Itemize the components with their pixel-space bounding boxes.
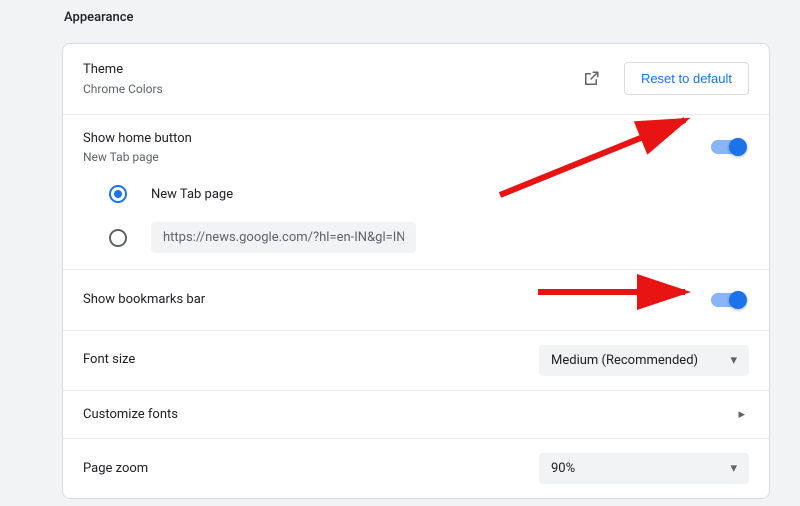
font-size-title: Font size — [83, 350, 539, 370]
custom-url-input[interactable] — [151, 222, 416, 253]
show-home-toggle[interactable] — [711, 140, 745, 154]
bookmarks-bar-title: Show bookmarks bar — [83, 290, 711, 310]
home-option-newtab[interactable]: New Tab page — [109, 174, 749, 214]
font-size-dropdown[interactable]: Medium (Recommended) ▾ — [539, 345, 749, 376]
dropdown-arrow-icon: ▾ — [730, 353, 737, 368]
show-home-button-row: Show home button New Tab page — [63, 115, 769, 173]
theme-subtitle: Chrome Colors — [83, 80, 582, 98]
page-zoom-value: 90% — [551, 461, 575, 476]
show-home-subtitle: New Tab page — [83, 148, 711, 166]
page-zoom-title: Page zoom — [83, 459, 539, 479]
radio-newtab-label: New Tab page — [151, 187, 233, 202]
page-zoom-row: Page zoom 90% ▾ — [63, 439, 769, 498]
open-external-icon[interactable] — [582, 70, 600, 88]
font-size-value: Medium (Recommended) — [551, 353, 698, 368]
reset-to-default-button[interactable]: Reset to default — [624, 62, 749, 95]
theme-row[interactable]: Theme Chrome Colors Reset to default — [63, 44, 769, 115]
customize-fonts-row[interactable]: Customize fonts ▸ — [63, 391, 769, 440]
home-option-custom[interactable] — [109, 214, 749, 261]
page-zoom-dropdown[interactable]: 90% ▾ — [539, 453, 749, 484]
radio-custom-url[interactable] — [109, 229, 127, 247]
show-home-title: Show home button — [83, 129, 711, 149]
theme-title: Theme — [83, 60, 582, 80]
chevron-right-icon: ▸ — [738, 407, 745, 422]
font-size-row: Font size Medium (Recommended) ▾ — [63, 331, 769, 391]
home-button-options: New Tab page — [63, 172, 769, 270]
bookmarks-bar-toggle[interactable] — [711, 293, 745, 307]
customize-fonts-title: Customize fonts — [83, 405, 738, 425]
appearance-card: Theme Chrome Colors Reset to default Sho… — [62, 43, 770, 499]
bookmarks-bar-row: Show bookmarks bar — [63, 270, 769, 331]
dropdown-arrow-icon: ▾ — [730, 461, 737, 476]
radio-newtab[interactable] — [109, 185, 127, 203]
section-title: Appearance — [64, 10, 770, 25]
